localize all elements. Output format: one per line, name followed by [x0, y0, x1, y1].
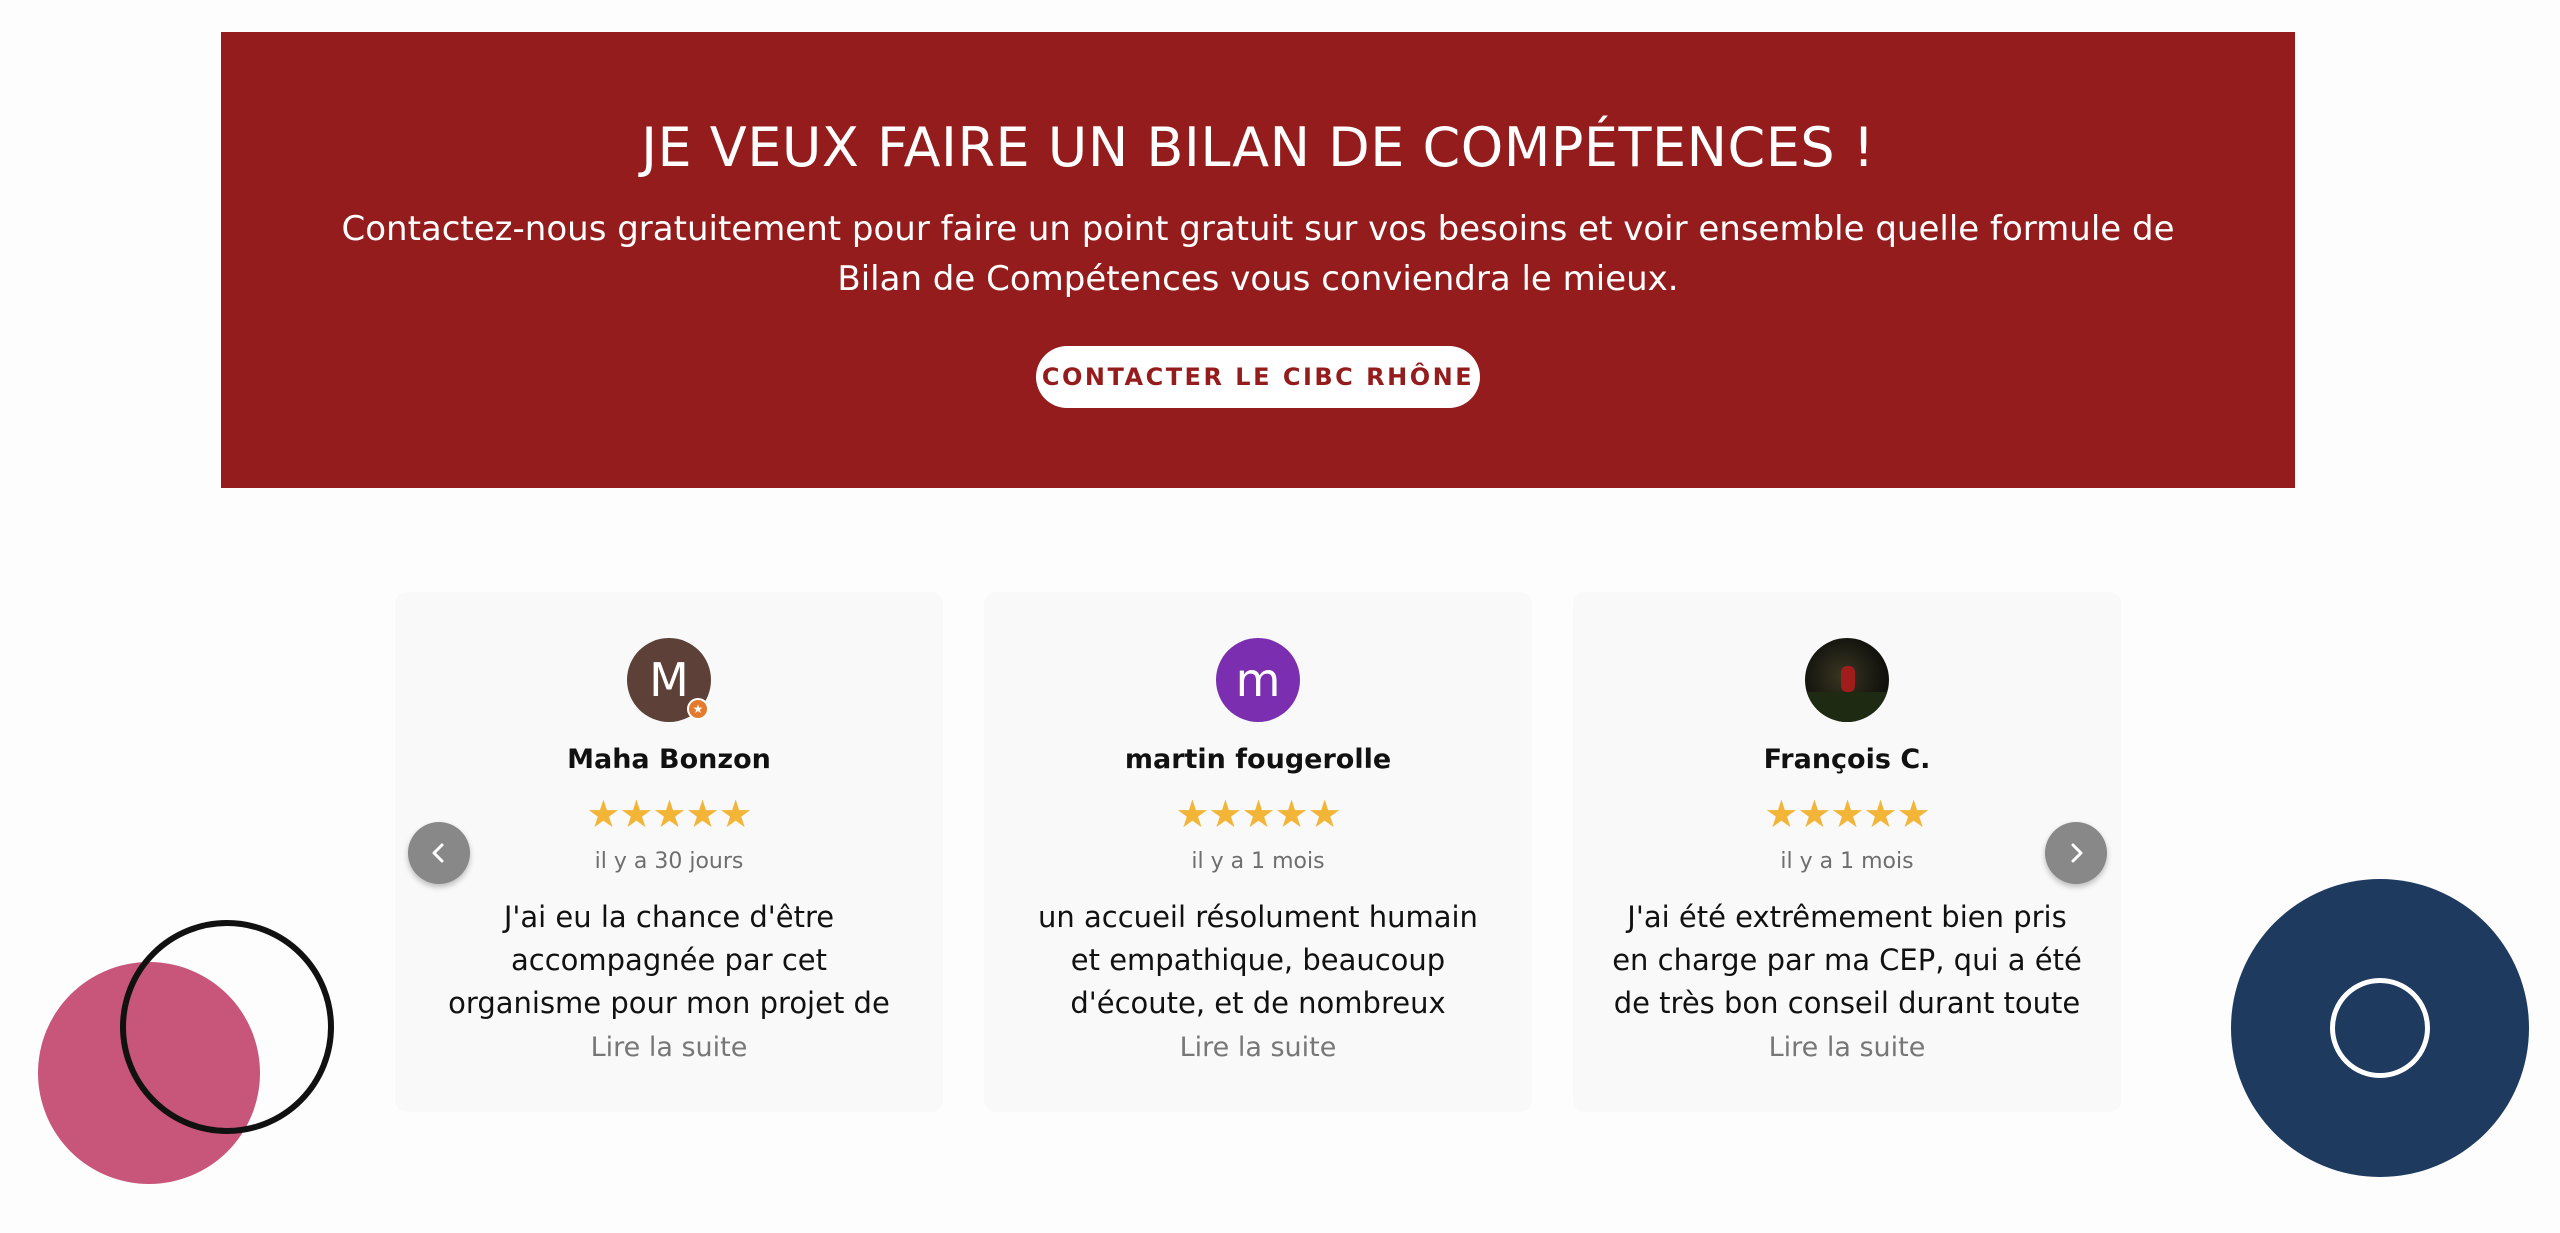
avatar-photo-background: [1805, 692, 1889, 722]
cta-description: Contactez-nous gratuitement pour faire u…: [341, 209, 2175, 299]
review-text: J'ai eu la chance d'être accompagnée par…: [448, 900, 890, 1020]
review-date: il y a 30 jours: [594, 849, 744, 874]
cta-title: JE VEUX FAIRE UN BILAN DE COMPÉTENCES !: [641, 116, 1875, 179]
reviewer-name: martin fougerolle: [1124, 744, 1392, 775]
review-text: J'ai été extrêmement bien pris en charge…: [1612, 900, 2082, 1020]
avatar-photo-figure: [1841, 666, 1855, 692]
chevron-left-icon: [432, 843, 444, 863]
read-more-link[interactable]: Lire la suite: [1573, 1032, 2121, 1063]
star-rating-icon: ★★★★★: [1175, 792, 1341, 836]
avatar-photo: [1805, 638, 1889, 722]
decorative-black-ring: [120, 920, 334, 1134]
reviewer-name: François C.: [1763, 744, 1931, 775]
contact-button[interactable]: CONTACTER LE CIBC RHÔNE: [1036, 346, 1480, 408]
star-rating-icon: ★★★★★: [586, 792, 752, 836]
review-date: il y a 1 mois: [1780, 849, 1914, 874]
read-more-link[interactable]: Lire la suite: [984, 1032, 1532, 1063]
star-rating-icon: ★★★★★: [1764, 792, 1930, 836]
review-card: m martin fougerolle ★★★★★ il y a 1 mois …: [984, 592, 1532, 1112]
review-card: M ★ Maha Bonzon ★★★★★ il y a 30 jours J'…: [395, 592, 943, 1112]
reviews-carousel: M ★ Maha Bonzon ★★★★★ il y a 30 jours J'…: [395, 592, 2125, 1112]
chevron-right-icon: [2071, 843, 2083, 863]
review-text: un accueil résolument humain et empathiq…: [1038, 900, 1478, 1020]
decorative-white-ring: [2330, 978, 2430, 1078]
carousel-next-button[interactable]: [2045, 822, 2107, 884]
avatar: m: [1216, 638, 1300, 722]
avatar: M ★: [627, 638, 711, 722]
reviewer-name: Maha Bonzon: [567, 744, 771, 775]
review-card: François C. ★★★★★ il y a 1 mois J'ai été…: [1573, 592, 2121, 1112]
local-guide-badge-icon: ★: [687, 698, 709, 720]
cta-banner: JE VEUX FAIRE UN BILAN DE COMPÉTENCES ! …: [221, 32, 2295, 488]
avatar-initial: m: [1235, 653, 1281, 707]
avatar-initial: M: [649, 653, 689, 707]
review-date: il y a 1 mois: [1191, 849, 1325, 874]
carousel-prev-button[interactable]: [408, 822, 470, 884]
read-more-link[interactable]: Lire la suite: [395, 1032, 943, 1063]
